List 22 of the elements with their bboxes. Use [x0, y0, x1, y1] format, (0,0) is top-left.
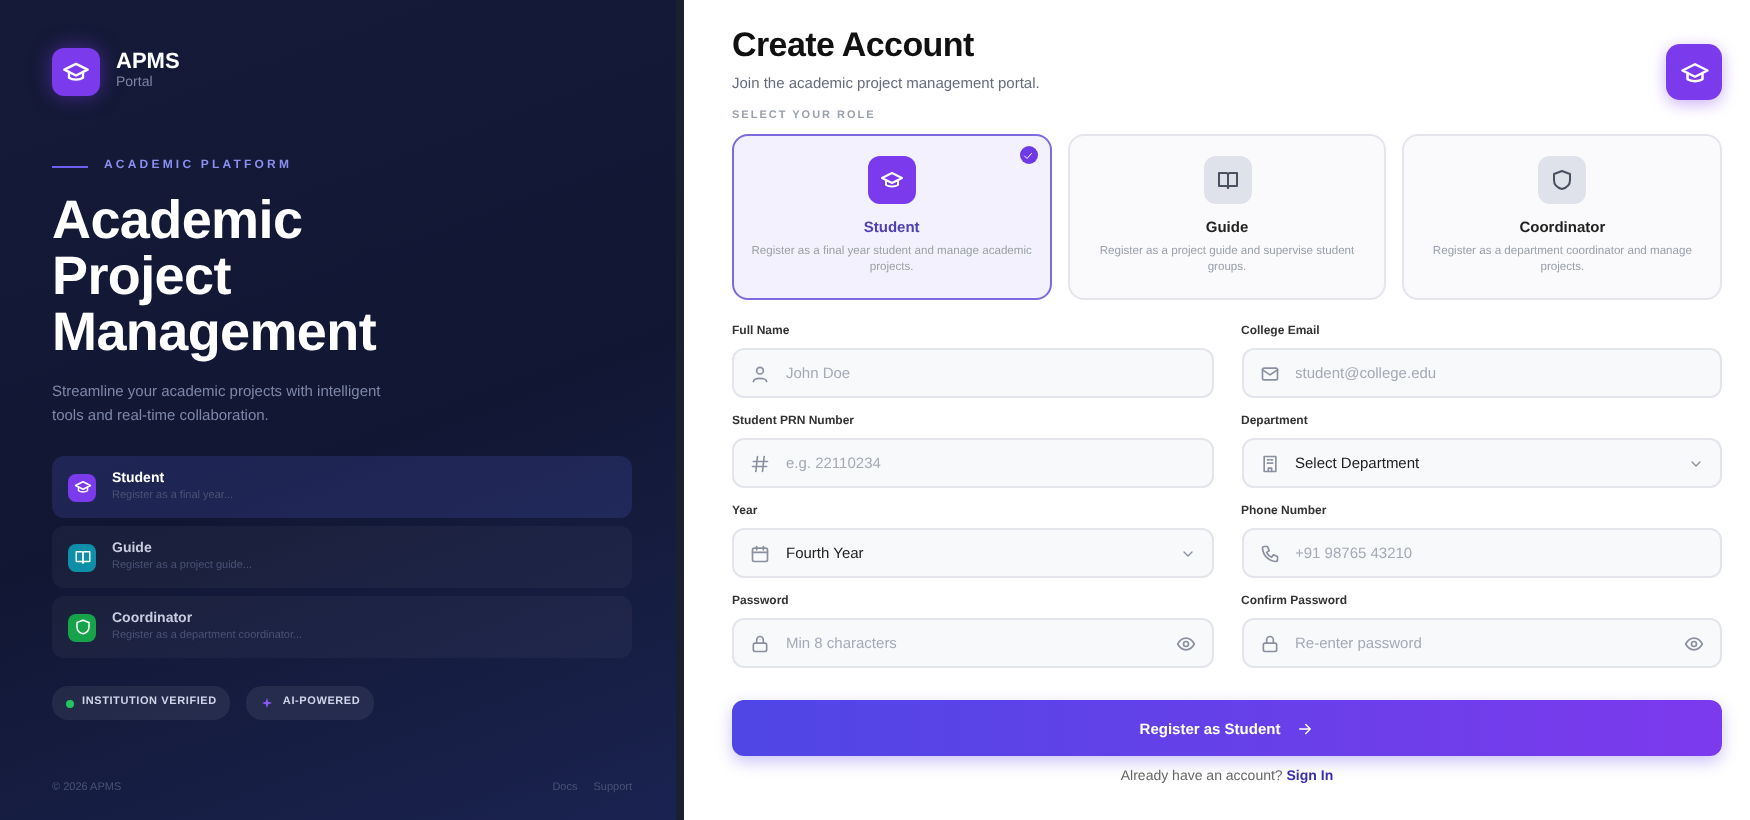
- calendar-icon: [750, 543, 770, 564]
- book-icon: [1215, 168, 1239, 193]
- graduation-cap-icon: [73, 478, 91, 497]
- mail-icon: [1259, 363, 1279, 384]
- shield-icon: [73, 618, 91, 637]
- building-icon: [1259, 453, 1279, 474]
- shield-icon: [1550, 168, 1575, 193]
- lock-icon: [1259, 633, 1279, 654]
- hash-icon: [750, 453, 770, 474]
- arrow-right-icon: [1296, 719, 1315, 738]
- lock-icon: [750, 633, 770, 654]
- graduation-cap-icon: [1679, 57, 1709, 87]
- brand-name: APMS: [116, 49, 180, 74]
- book-icon: [73, 548, 91, 567]
- phone-icon: [1259, 543, 1279, 564]
- hero-title: Academic Project Management: [52, 194, 379, 361]
- eye-icon: [1684, 633, 1704, 654]
- form-title: Create Account: [732, 28, 976, 66]
- eye-icon: [1175, 633, 1195, 654]
- graduation-cap-icon: [879, 168, 904, 193]
- user-icon: [750, 363, 770, 384]
- graduation-cap-icon: [62, 58, 90, 86]
